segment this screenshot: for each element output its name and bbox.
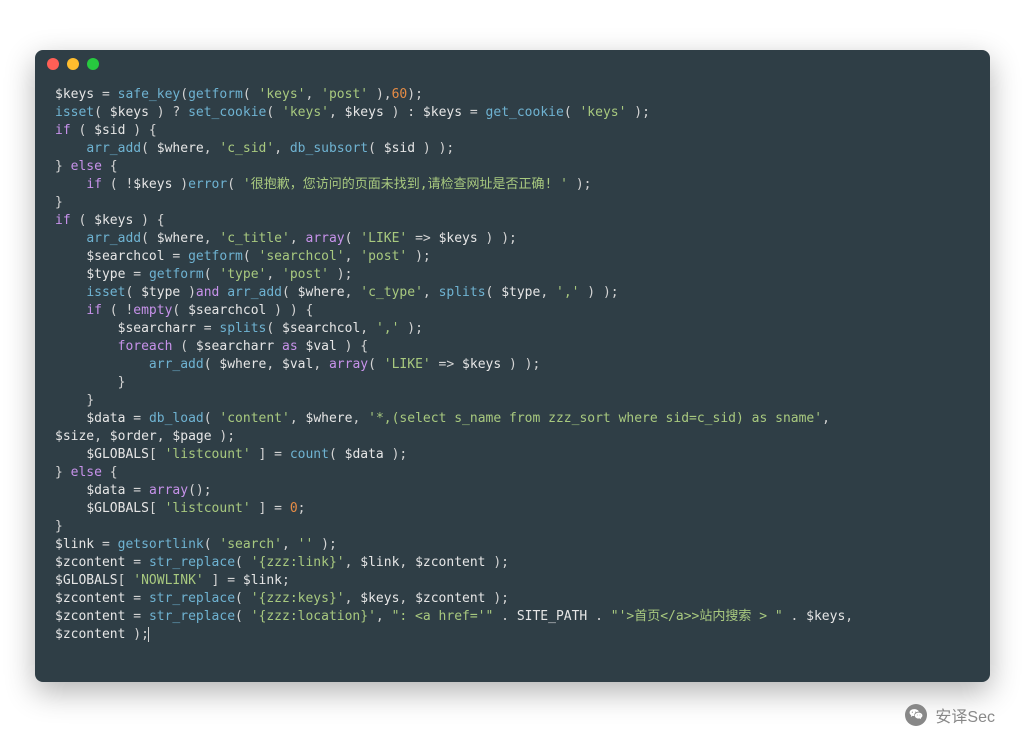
maximize-button[interactable] [87, 58, 99, 70]
watermark-text: 安译Sec [935, 703, 995, 727]
code-window: $keys = safe_key(getform( 'keys', 'post'… [35, 50, 990, 682]
close-button[interactable] [47, 58, 59, 70]
wechat-icon [905, 704, 927, 726]
watermark: 安译Sec [905, 703, 995, 727]
title-bar [35, 50, 990, 78]
minimize-button[interactable] [67, 58, 79, 70]
code-editor[interactable]: $keys = safe_key(getform( 'keys', 'post'… [35, 78, 990, 664]
